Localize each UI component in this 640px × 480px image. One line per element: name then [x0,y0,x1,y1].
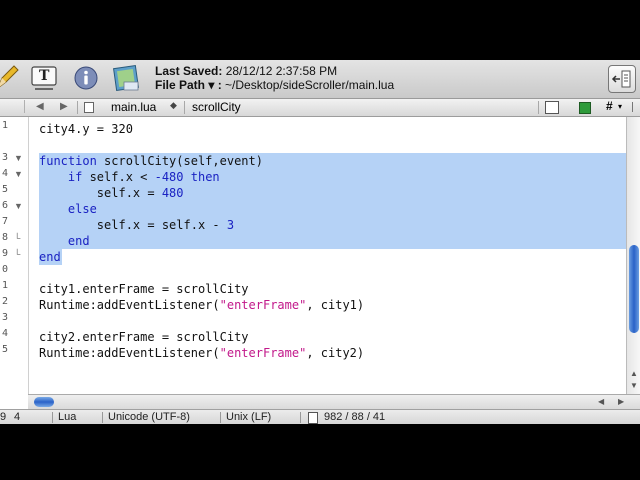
line-number: 8 [1,232,8,243]
line-number: 1 [1,280,8,291]
vertical-scroll-thumb[interactable] [629,245,639,333]
code-line: city1.enterFrame = scrollCity [39,282,249,296]
last-saved-label: Last Saved: [155,64,223,78]
text-tool-icon[interactable]: T [30,64,58,92]
file-path-value: ~/Desktop/sideScroller/main.lua [225,78,395,92]
line-number: 4 [1,168,8,179]
line-endings-menu[interactable]: Unix (LF) [226,410,271,424]
horizontal-scroll-thumb[interactable] [34,397,54,407]
saved-info: Last Saved: 28/12/12 2:37:58 PM File Pat… [155,64,394,92]
scroll-left-icon[interactable]: ◀ [598,397,604,406]
list-icon[interactable] [12,100,25,113]
hash-button[interactable]: # [606,99,613,113]
line-number: 3 [1,312,8,323]
code-line: city2.enterFrame = scrollCity [39,330,249,344]
language-menu[interactable]: Lua [58,410,76,424]
document-icon [84,102,94,113]
code-line: self.x = self.x - 3 [39,218,235,232]
code-line: else [39,202,97,216]
code-line: city4.y = 320 [39,122,133,136]
text-tool-glyph: T [39,68,50,84]
code-line: if self.x < -480 then [39,170,220,184]
code-line: end [39,234,90,248]
window-icon[interactable] [545,101,559,114]
line-number: 4 [1,328,8,339]
fold-end-icon: └ [14,249,21,259]
line-number: 1 [1,120,8,131]
status-bar: 9 4 Lua Unicode (UTF-8) Unix (LF) 982 / … [0,409,640,424]
code-line: self.x = 480 [39,186,184,200]
line-number: 5 [1,184,8,195]
split-view-icon[interactable] [632,102,640,112]
code-line: Runtime:addEventListener("enterFrame", c… [39,346,365,360]
code-line: function scrollCity(self,event) [39,154,263,168]
forward-button[interactable]: ▶ [60,101,68,112]
line-number: 2 [1,296,8,307]
line-number: 3 [1,152,8,163]
fold-end-icon: └ [14,233,21,243]
sidebar-toggle-icon [611,70,631,88]
file-path-menu[interactable]: File Path ▾ : [155,78,222,92]
document-stats-icon [308,412,318,424]
fold-triangle-icon[interactable]: ▼ [14,153,23,163]
code-editor[interactable]: 1 3 4 5 6 7 8 9 0 1 2 3 4 5 ▼ ▼ ▼ └ └ ci… [0,117,640,394]
code-line: Runtime:addEventListener("enterFrame", c… [39,298,365,312]
line-number: 7 [1,216,8,227]
line-number-readout: 9 [0,411,7,423]
line-number: 9 [1,248,8,259]
back-button[interactable]: ◀ [36,101,44,112]
line-number-gutter: 1 3 4 5 6 7 8 9 0 1 2 3 4 5 ▼ ▼ ▼ └ └ [0,117,29,394]
code-line: end [39,250,61,264]
last-saved-value: 28/12/12 2:37:58 PM [225,64,338,78]
chevron-down-icon: ▾ [618,102,623,111]
column-number-readout: 4 [14,411,21,423]
fold-triangle-icon[interactable]: ▼ [14,201,23,211]
chevron-down-icon: ◆ [170,100,177,110]
toolbar: T Last Saved: 28/12/12 2:37:58 PM File P… [0,60,640,99]
line-number: 6 [1,200,8,211]
code-area[interactable]: city4.y = 320 function scrollCity(self,e… [29,117,626,394]
function-menu[interactable]: scrollCity [192,100,241,114]
document-preview-icon[interactable] [110,64,139,92]
scroll-down-icon[interactable]: ▼ [630,381,638,390]
document-counts: 982 / 88 / 41 [324,411,386,423]
line-number: 5 [1,344,8,355]
pencil-icon[interactable] [0,64,22,92]
sidebar-toggle-button[interactable] [608,65,636,93]
navigation-bar: ◀ ▶ main.lua ◆ scrollCity # ▾ [0,99,640,117]
editor-window: T Last Saved: 28/12/12 2:37:58 PM File P… [0,60,640,424]
bookmark-icon[interactable] [579,102,591,114]
vertical-scrollbar[interactable]: ▲ ▼ [626,117,640,394]
scroll-right-icon[interactable]: ▶ [618,397,624,406]
info-icon[interactable] [72,64,100,92]
line-number: 0 [1,264,8,275]
encoding-menu[interactable]: Unicode (UTF-8) [108,410,190,424]
fold-triangle-icon[interactable]: ▼ [14,169,23,179]
horizontal-scrollbar[interactable]: ◀ ▶ [28,394,640,410]
file-menu[interactable]: main.lua [111,100,156,114]
scroll-up-icon[interactable]: ▲ [630,369,638,378]
